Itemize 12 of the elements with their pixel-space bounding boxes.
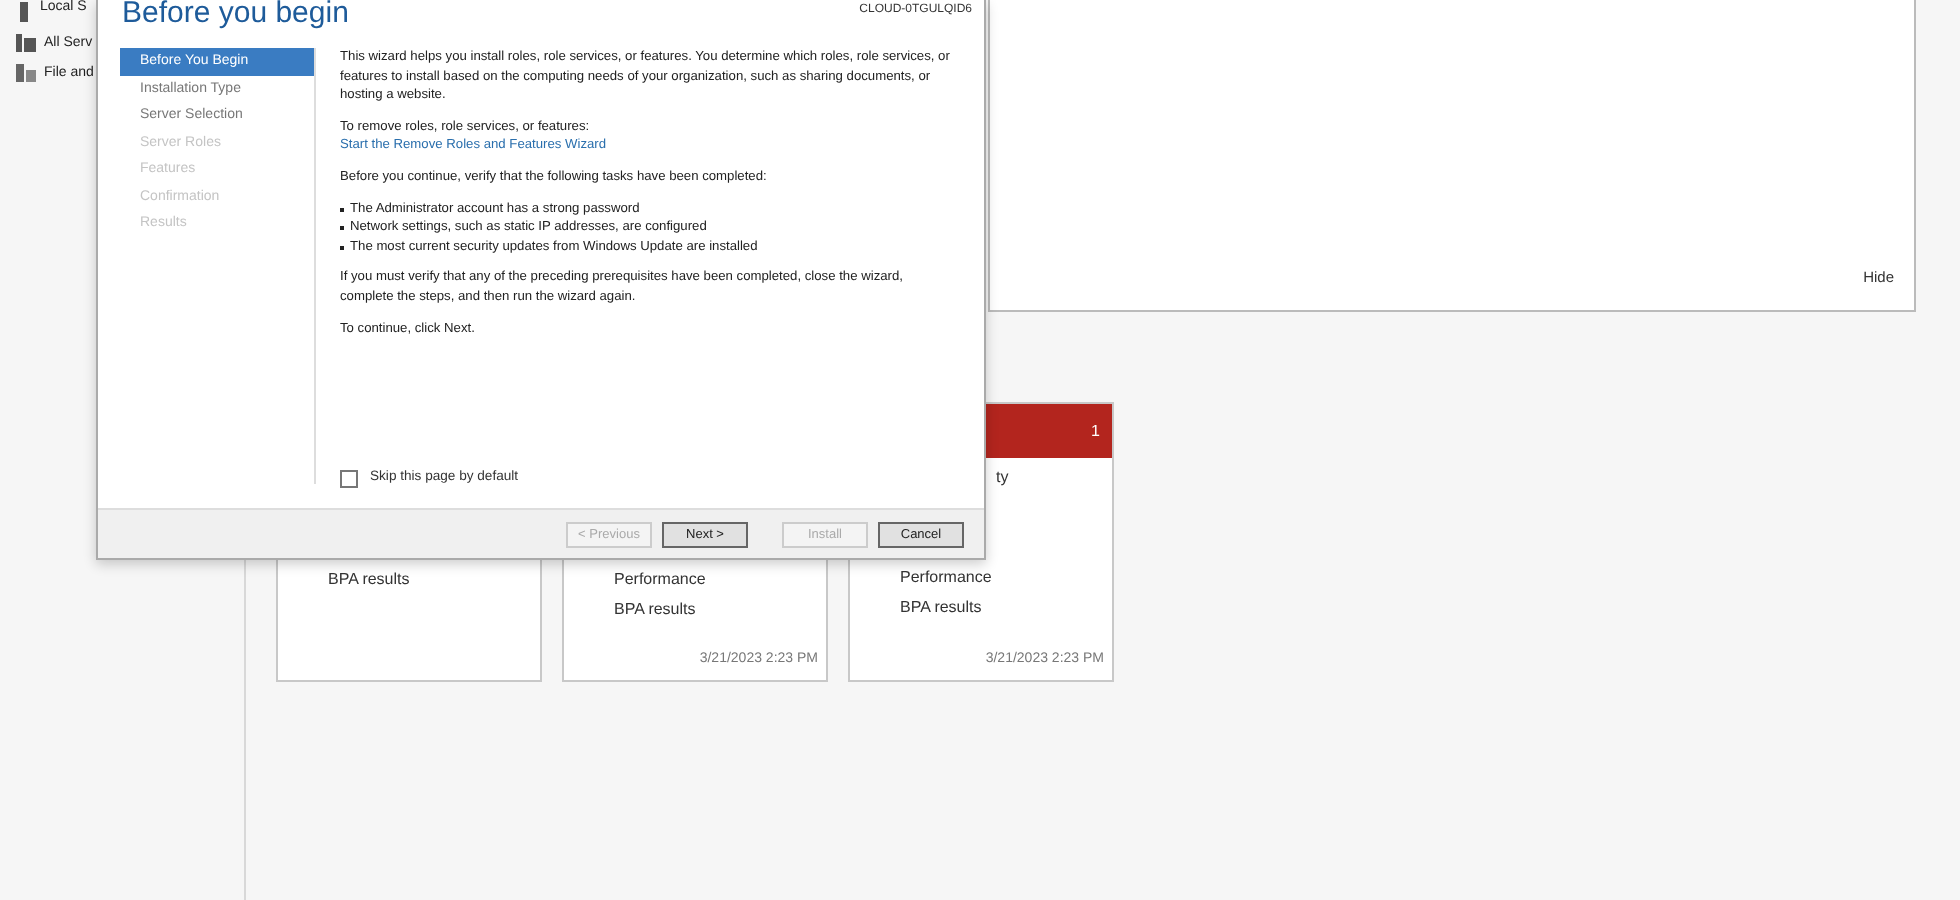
tile-item[interactable]: BPA results: [614, 600, 826, 618]
tile-item[interactable]: BPA results: [900, 598, 1112, 616]
storage-icon: [16, 63, 36, 81]
tile-item[interactable]: BPA results: [328, 570, 540, 588]
tile-item[interactable]: Performance: [900, 568, 1112, 586]
dialog-title: Before you begin: [122, 0, 349, 34]
alert-count: 1: [1091, 422, 1100, 440]
tile-item: ty: [996, 468, 1009, 486]
skip-checkbox[interactable]: [340, 469, 358, 488]
servers-icon: [16, 33, 36, 51]
server-icon: [16, 2, 32, 22]
tile-item[interactable]: Performance: [614, 570, 826, 588]
